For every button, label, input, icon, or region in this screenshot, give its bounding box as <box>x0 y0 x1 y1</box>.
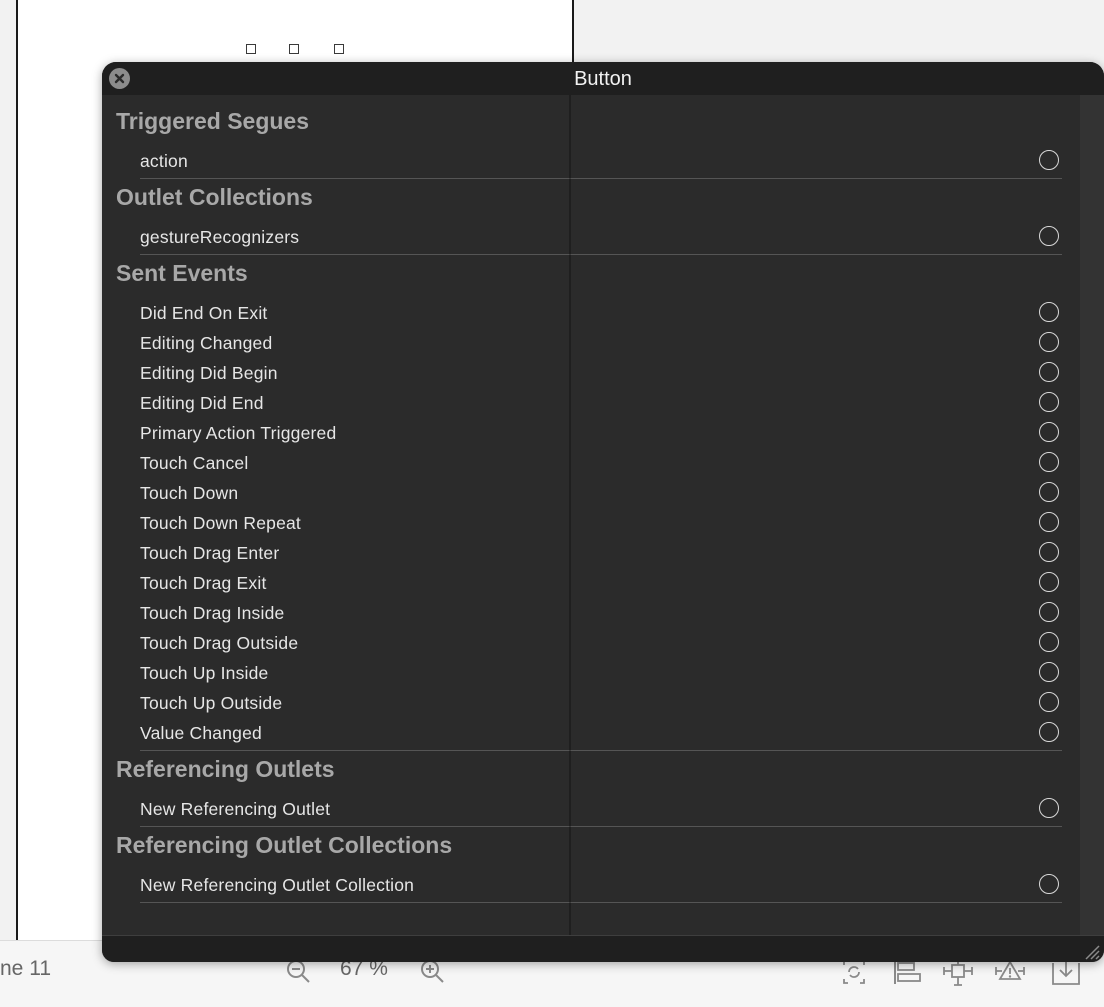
section-header: Outlet Collections <box>116 184 313 210</box>
connection-label: New Referencing Outlet <box>140 799 331 819</box>
connection-circle-icon[interactable] <box>1039 226 1059 246</box>
connection-row[interactable]: Touch Down <box>102 477 1080 507</box>
connection-label: Editing Changed <box>140 333 273 353</box>
connection-circle-icon[interactable] <box>1039 662 1059 682</box>
connection-circle-icon[interactable] <box>1039 422 1059 442</box>
connection-label: Touch Drag Enter <box>140 543 280 563</box>
section-separator <box>140 826 1062 827</box>
connection-label: action <box>140 151 188 171</box>
connection-row[interactable]: Editing Did End <box>102 387 1080 417</box>
connection-circle-icon[interactable] <box>1039 482 1059 502</box>
connection-circle-icon[interactable] <box>1039 452 1059 472</box>
connection-row[interactable]: gestureRecognizers <box>102 221 1080 251</box>
section-header: Referencing Outlet Collections <box>116 832 453 858</box>
panel-title: Button <box>574 68 632 90</box>
selection-handle-top-left[interactable] <box>246 44 256 54</box>
connection-row[interactable]: New Referencing Outlet Collection <box>102 869 1080 899</box>
connections-inspector-panel: Button Triggered Segues action Outlet Coll… <box>102 62 1104 962</box>
connection-row[interactable]: Touch Drag Exit <box>102 567 1080 597</box>
connection-circle-icon[interactable] <box>1039 302 1059 322</box>
device-label[interactable]: ne 11 <box>0 957 51 981</box>
connection-label: Touch Down Repeat <box>140 513 301 533</box>
connection-row[interactable]: Touch Up Inside <box>102 657 1080 687</box>
scrollbar-track[interactable] <box>1080 95 1104 935</box>
connection-circle-icon[interactable] <box>1039 692 1059 712</box>
connection-label: Editing Did End <box>140 393 264 413</box>
panel-titlebar[interactable]: Button <box>102 62 1104 95</box>
section-header: Sent Events <box>116 260 248 286</box>
connection-label: Did End On Exit <box>140 303 268 323</box>
connection-label: Touch Up Outside <box>140 693 283 713</box>
connection-label: Touch Drag Exit <box>140 573 267 593</box>
connection-label: Touch Down <box>140 483 239 503</box>
resize-grip-icon[interactable] <box>1082 942 1100 960</box>
connection-circle-icon[interactable] <box>1039 874 1059 894</box>
section-separator <box>140 178 1062 179</box>
connection-circle-icon[interactable] <box>1039 602 1059 622</box>
connection-row[interactable]: Editing Did Begin <box>102 357 1080 387</box>
section-separator <box>140 254 1062 255</box>
connection-circle-icon[interactable] <box>1039 542 1059 562</box>
section-separator <box>140 902 1062 903</box>
connection-label: Editing Did Begin <box>140 363 278 383</box>
connection-row[interactable]: Touch Drag Outside <box>102 627 1080 657</box>
connection-row[interactable]: Touch Up Outside <box>102 687 1080 717</box>
connection-row[interactable]: Touch Cancel <box>102 447 1080 477</box>
connection-circle-icon[interactable] <box>1039 332 1059 352</box>
connections-list: Triggered Segues action Outlet Collections… <box>102 95 1080 935</box>
section-header: Referencing Outlets <box>116 756 335 782</box>
connection-circle-icon[interactable] <box>1039 392 1059 412</box>
connection-circle-icon[interactable] <box>1039 512 1059 532</box>
canvas-edge-guide <box>569 95 571 939</box>
connection-label: Touch Cancel <box>140 453 249 473</box>
connection-circle-icon[interactable] <box>1039 798 1059 818</box>
connection-row[interactable]: Editing Changed <box>102 327 1080 357</box>
connection-row[interactable]: Touch Drag Enter <box>102 537 1080 567</box>
selection-handle-top-right[interactable] <box>334 44 344 54</box>
connection-circle-icon[interactable] <box>1039 362 1059 382</box>
connection-row[interactable]: Touch Drag Inside <box>102 597 1080 627</box>
connection-label: gestureRecognizers <box>140 227 300 247</box>
panel-footer <box>102 935 1104 962</box>
connection-circle-icon[interactable] <box>1039 632 1059 652</box>
connection-label: Value Changed <box>140 723 262 743</box>
connection-row[interactable]: Touch Down Repeat <box>102 507 1080 537</box>
connection-circle-icon[interactable] <box>1039 722 1059 742</box>
connection-row[interactable]: Primary Action Triggered <box>102 417 1080 447</box>
selection-handle-top-center[interactable] <box>289 44 299 54</box>
connection-row[interactable]: Value Changed <box>102 717 1080 747</box>
connection-row[interactable]: action <box>102 145 1080 175</box>
connection-label: Primary Action Triggered <box>140 423 337 443</box>
connection-label: Touch Drag Inside <box>140 603 285 623</box>
section-header: Triggered Segues <box>116 108 310 134</box>
connection-label: Touch Up Inside <box>140 663 269 683</box>
connection-label: Touch Drag Outside <box>140 633 299 653</box>
connection-circle-icon[interactable] <box>1039 572 1059 592</box>
connection-label: New Referencing Outlet Collection <box>140 875 415 895</box>
section-separator <box>140 750 1062 751</box>
connection-row[interactable]: Did End On Exit <box>102 297 1080 327</box>
connection-circle-icon[interactable] <box>1039 150 1059 170</box>
connection-row[interactable]: New Referencing Outlet <box>102 793 1080 823</box>
